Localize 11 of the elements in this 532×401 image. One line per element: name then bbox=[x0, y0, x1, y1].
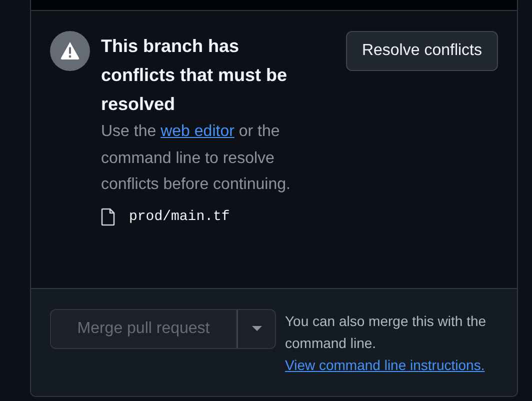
command-line-instructions-link[interactable]: View command line instructions. bbox=[285, 354, 485, 376]
resolve-conflicts-button[interactable]: Resolve conflicts bbox=[346, 31, 498, 71]
merge-options-dropdown[interactable] bbox=[237, 309, 276, 349]
merge-note: You can also merge this with the command line. bbox=[285, 312, 488, 353]
warning-icon bbox=[50, 31, 90, 71]
conflict-message: Use the web editor or the command line to resolve conflicts before continuing. bbox=[101, 122, 292, 195]
web-editor-link[interactable]: web editor bbox=[160, 123, 234, 140]
conflict-title: This branch has conflicts that must be resolved bbox=[101, 35, 288, 116]
file-icon bbox=[101, 208, 115, 226]
caret-icon bbox=[252, 326, 262, 332]
file-name: prod/main.tf bbox=[129, 208, 230, 224]
